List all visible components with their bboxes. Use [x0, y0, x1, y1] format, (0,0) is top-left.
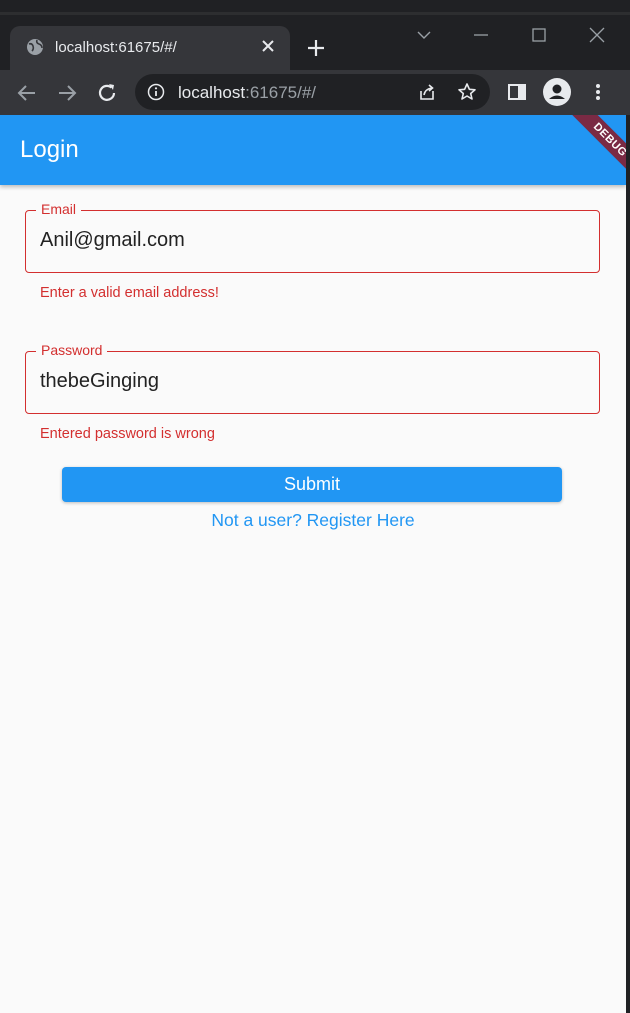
minimize-icon[interactable]: [472, 26, 490, 44]
star-icon[interactable]: [457, 82, 477, 102]
more-icon[interactable]: [588, 82, 608, 102]
back-icon[interactable]: [16, 82, 38, 104]
password-error: Entered password is wrong: [40, 426, 215, 442]
maximize-icon[interactable]: [530, 26, 548, 44]
email-error: Enter a valid email address!: [40, 285, 219, 301]
globe-icon: [27, 39, 43, 55]
close-icon[interactable]: [260, 38, 276, 54]
reload-icon[interactable]: [96, 82, 118, 104]
titlebar-top-line: [0, 12, 630, 15]
chevron-down-icon[interactable]: [415, 26, 433, 44]
info-icon[interactable]: [147, 83, 165, 101]
side-panel-icon[interactable]: [507, 82, 527, 102]
app-bar: Login: [0, 115, 626, 185]
browser-tab[interactable]: localhost:61675/#/: [10, 26, 290, 70]
profile-icon[interactable]: [543, 78, 571, 106]
email-field[interactable]: Email: [25, 201, 600, 273]
plus-icon[interactable]: [306, 38, 326, 58]
register-link-text[interactable]: Not a user? Register Here: [211, 510, 414, 530]
tab-title: localhost:61675/#/: [55, 39, 177, 56]
password-field[interactable]: Password: [25, 342, 600, 414]
password-label: Password: [36, 342, 108, 358]
submit-button[interactable]: Submit: [62, 467, 562, 502]
register-link: Not a user? Register Here: [0, 510, 626, 531]
share-icon[interactable]: [417, 82, 437, 102]
email-label: Email: [36, 201, 82, 217]
window-close-icon[interactable]: [588, 26, 606, 44]
page-title: Login: [20, 136, 79, 163]
window-edge: [626, 115, 630, 1013]
url-path: :61675/#/: [245, 83, 317, 102]
browser-toolbar: localhost:61675/#/: [0, 70, 630, 115]
url-text[interactable]: localhost:61675/#/: [178, 83, 316, 103]
password-input[interactable]: [40, 370, 580, 393]
browser-titlebar: localhost:61675/#/: [0, 0, 630, 70]
email-input[interactable]: [40, 229, 580, 252]
forward-icon[interactable]: [56, 82, 78, 104]
app-viewport: Login DEBUG Email Enter a valid email ad…: [0, 115, 626, 1013]
address-bar[interactable]: localhost:61675/#/: [135, 74, 490, 110]
url-host: localhost: [178, 83, 246, 102]
